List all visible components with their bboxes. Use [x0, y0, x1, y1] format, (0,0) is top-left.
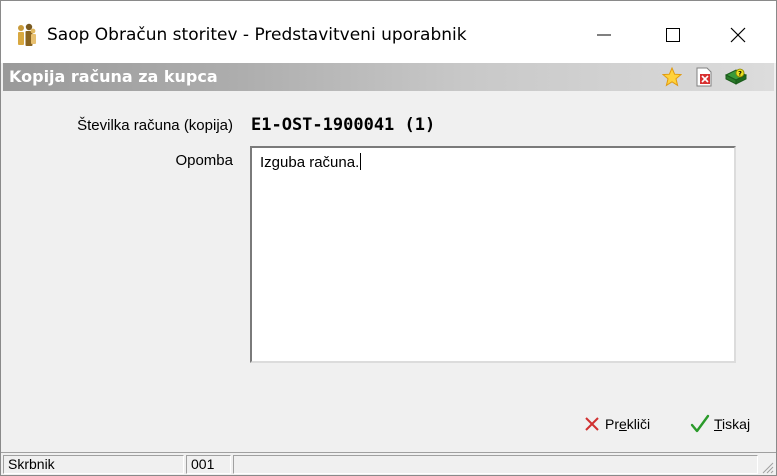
cancel-button-label: Prekliči: [605, 416, 651, 432]
status-empty-panel: [233, 455, 758, 474]
maximize-button[interactable]: [643, 11, 703, 59]
maximize-icon: [666, 28, 680, 42]
resize-grip-icon[interactable]: [760, 460, 774, 474]
close-window-button[interactable]: [708, 11, 768, 59]
note-text: Izguba računa.: [260, 153, 362, 171]
title-bar: Saop Obračun storitev - Predstavitveni u…: [1, 1, 776, 63]
status-bar: Skrbnik 001: [1, 452, 776, 475]
favorite-button[interactable]: [661, 66, 683, 88]
close-document-icon: [696, 67, 712, 87]
cancel-x-icon: [585, 417, 599, 431]
cancel-button[interactable]: Prekliči: [583, 413, 650, 435]
minimize-button[interactable]: [574, 11, 634, 59]
note-label: Opomba: [175, 152, 233, 169]
status-user: Skrbnik: [3, 455, 184, 474]
svg-text:?: ?: [738, 70, 742, 78]
star-icon: [662, 67, 682, 87]
print-button-label: Tiskaj: [714, 416, 751, 432]
help-button[interactable]: ?: [725, 66, 747, 88]
app-people-icon: [18, 23, 36, 46]
window-title: Saop Obračun storitev - Predstavitveni u…: [47, 25, 467, 45]
text-caret: [360, 153, 362, 170]
close-form-button[interactable]: [693, 66, 715, 88]
invoice-number-value: E1-OST-1900041 (1): [251, 115, 436, 135]
form-title: Kopija računa za kupca: [9, 67, 218, 86]
help-book-icon: ?: [725, 68, 747, 85]
form-header-banner: Kopija računa za kupca ?: [3, 63, 774, 91]
checkmark-icon: [690, 414, 710, 433]
print-button[interactable]: Tiskaj: [690, 413, 750, 435]
close-icon: [730, 27, 746, 43]
note-textarea[interactable]: Izguba računa.: [250, 146, 736, 363]
invoice-number-label: Številka računa (kopija): [77, 117, 233, 134]
minimize-icon: [597, 34, 611, 36]
status-code: 001: [186, 455, 231, 474]
app-window: Saop Obračun storitev - Predstavitveni u…: [0, 0, 777, 476]
